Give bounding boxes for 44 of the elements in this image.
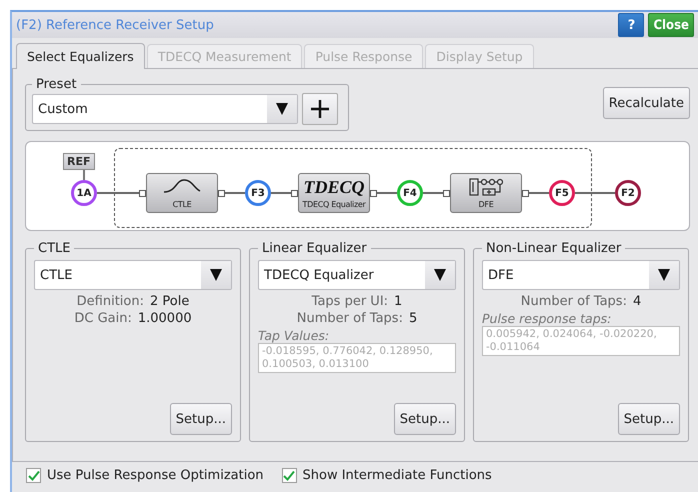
field-label: Pulse response taps:	[482, 311, 612, 326]
field-label: Number of Taps:	[520, 294, 627, 309]
node-circle[interactable]: 1A	[71, 180, 97, 206]
field-value: 5	[408, 311, 418, 326]
ref-badge: REF	[63, 153, 94, 170]
dropdown[interactable]: TDECQ Equalizer	[258, 260, 456, 290]
field-value: 1	[394, 294, 402, 309]
checkbox-label: Use Pulse Response Optimization	[47, 468, 264, 483]
node-circle[interactable]: F4	[397, 180, 423, 206]
group-label: Preset	[35, 77, 78, 92]
field-label: Taps per UI:	[312, 294, 388, 309]
node-circle[interactable]: F3	[245, 180, 271, 206]
field-label: Number of Taps:	[296, 311, 403, 326]
node-circle[interactable]: F5	[549, 180, 575, 206]
field-value: 2 Pole	[150, 294, 190, 309]
block-label: CTLE	[172, 200, 192, 209]
field-label: Definition:	[76, 294, 144, 309]
field-label: DC Gain:	[74, 311, 132, 326]
dropdown[interactable]: DFE	[482, 260, 680, 290]
taps-field: 0.005942, 0.024064, -0.020220, -0.011064	[482, 326, 680, 356]
equalizer-block[interactable]: TDECQ TDECQ Equalizer	[298, 173, 370, 213]
checkbox-label: Show Intermediate Functions	[302, 468, 492, 483]
setup-button[interactable]: Setup...	[170, 403, 232, 435]
block-label: DFE	[478, 200, 494, 209]
equalizer-block[interactable]: CTLE	[146, 173, 218, 213]
block-label: TDECQ Equalizer	[302, 200, 366, 209]
field-value: 4	[632, 294, 642, 309]
recalculate-button[interactable]: Recalculate	[602, 87, 690, 119]
field-value: 1.00000	[138, 311, 192, 326]
field-label: Tap Values:	[258, 328, 330, 343]
group-label: Linear Equalizer	[261, 241, 368, 256]
tab[interactable]: Select Equalizers	[16, 43, 145, 69]
setup-button[interactable]: Setup...	[394, 403, 456, 435]
node-circle[interactable]: F2	[615, 180, 641, 206]
window-title: (F2) Reference Receiver Setup	[16, 18, 214, 32]
group-label: CTLE	[37, 241, 72, 256]
dropdown[interactable]: CTLE	[34, 260, 232, 290]
block-title: TDECQ	[303, 178, 364, 196]
help-button[interactable]: ?	[618, 13, 644, 37]
setup-button[interactable]: Setup...	[618, 403, 680, 435]
dropdown[interactable]: Custom	[32, 94, 298, 124]
equalizer-block[interactable]: DFE	[450, 173, 522, 213]
group-label: Non-Linear Equalizer	[485, 241, 622, 256]
taps-field: -0.018595, 0.776042, 0.128950, 0.100503, 0.013100	[258, 343, 456, 373]
